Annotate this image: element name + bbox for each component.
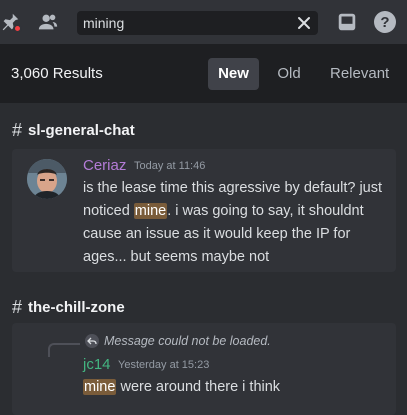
channel-hash-icon: # [12,120,23,140]
channel-name: the-chill-zone [28,299,125,316]
inbox-icon[interactable] [335,10,359,34]
message-content: is the lease time this agressive by defa… [83,177,389,269]
avatar[interactable] [27,159,67,199]
message-content: mine were around there i think [83,376,280,399]
reply-arrow-icon [85,334,99,348]
sort-tab-old[interactable]: Old [267,58,311,90]
pin-icon[interactable] [0,10,22,34]
channel-hash-icon: # [12,297,23,317]
results-header: 3,060 Results New Old Relevant [0,44,407,103]
message-timestamp: Yesterday at 15:23 [118,359,210,371]
members-icon[interactable] [36,10,60,34]
results-count: 3,060 Results [11,65,103,82]
search-box[interactable] [77,11,318,35]
message-author[interactable]: jc14 [83,356,111,373]
message-author[interactable]: Ceriaz [83,157,126,174]
message-text-after: were around there i think [116,379,281,395]
search-highlight: mine [133,203,168,219]
sort-tab-new[interactable]: New [208,58,259,90]
sort-tab-relevant[interactable]: Relevant [320,58,397,90]
clear-icon[interactable] [296,15,312,31]
search-toolbar: ? [0,0,407,44]
search-results-list: # sl-general-chat Ceriaz Today at 11:46 … [0,103,407,415]
reply-connector [48,343,80,357]
message-timestamp: Today at 11:46 [134,160,206,172]
notification-dot [13,24,22,33]
help-icon[interactable]: ? [373,10,397,34]
search-highlight: mine [83,379,117,395]
search-result-message[interactable]: Message could not be loaded. jc14 Yester… [12,323,396,415]
channel-name: sl-general-chat [28,122,135,139]
reply-notice: Message could not be loaded. [104,334,271,348]
channel-heading[interactable]: # the-chill-zone [12,297,125,318]
search-result-message[interactable]: Ceriaz Today at 11:46 is the lease time … [12,149,396,272]
search-input[interactable] [83,11,288,35]
channel-heading[interactable]: # sl-general-chat [12,120,135,141]
svg-text:?: ? [380,14,389,31]
